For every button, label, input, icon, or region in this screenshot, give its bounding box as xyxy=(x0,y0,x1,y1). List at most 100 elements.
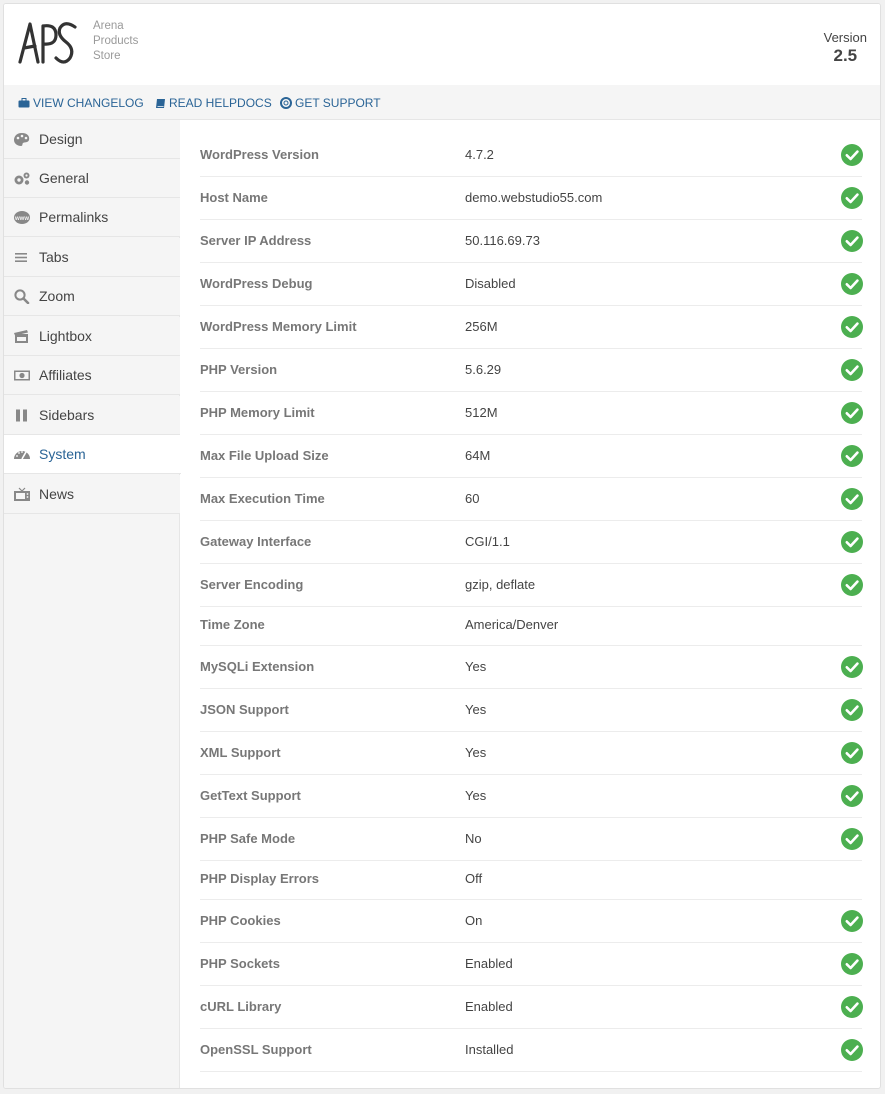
get-support-link[interactable]: GET SUPPORT xyxy=(280,96,381,110)
check-icon xyxy=(841,316,863,338)
row-label: Server IP Address xyxy=(200,233,312,248)
check-icon xyxy=(841,828,863,850)
version-info: Version 2.5 xyxy=(824,30,867,66)
read-helpdocs-label: READ HELPDOCS xyxy=(169,96,272,110)
table-row: OpenSSL Support Installed xyxy=(200,1029,863,1072)
sidebar-item-design[interactable]: Design xyxy=(4,120,180,159)
table-row: PHP Safe Mode No xyxy=(200,818,863,861)
row-label: PHP Sockets xyxy=(200,956,280,971)
dashboard-icon xyxy=(14,451,30,460)
row-value: 4.7.2 xyxy=(465,147,494,162)
header: Arena Products Store Version 2.5 xyxy=(4,4,880,86)
check-icon xyxy=(841,187,863,209)
sidebar-item-lightbox[interactable]: Lightbox xyxy=(4,317,180,356)
columns-icon xyxy=(16,409,27,422)
row-value: Off xyxy=(465,871,483,886)
row-label: PHP Version xyxy=(200,362,278,377)
sidebar-item-system[interactable]: System xyxy=(4,435,181,474)
sidebar-item-general[interactable]: General xyxy=(4,159,180,198)
check-icon xyxy=(841,656,863,678)
tv-icon xyxy=(14,487,30,501)
sidebar-item-label: Sidebars xyxy=(39,407,95,423)
check-icon xyxy=(841,402,863,424)
row-label: Max File Upload Size xyxy=(200,448,329,463)
sidebar-item-label: Lightbox xyxy=(39,328,92,344)
table-row: JSON Support Yes xyxy=(200,689,863,732)
check-icon xyxy=(841,785,863,807)
row-label: PHP Cookies xyxy=(200,913,281,928)
sidebar-item-label: Zoom xyxy=(39,288,75,304)
check-icon xyxy=(841,699,863,721)
row-value: Yes xyxy=(465,788,487,803)
row-label: PHP Display Errors xyxy=(200,871,319,886)
gears-icon xyxy=(14,172,30,185)
table-row: Max Execution Time 60 xyxy=(200,478,863,521)
row-value: 60 xyxy=(465,491,480,506)
row-label: WordPress Version xyxy=(200,147,319,162)
check-icon xyxy=(841,574,863,596)
check-icon xyxy=(841,1039,863,1061)
row-value: 50.116.69.73 xyxy=(465,233,540,248)
row-value: demo.webstudio55.com xyxy=(465,190,603,205)
row-value: 512M xyxy=(465,405,498,420)
row-label: OpenSSL Support xyxy=(200,1042,312,1057)
read-helpdocs-link[interactable]: READ HELPDOCS xyxy=(155,96,272,110)
money-icon xyxy=(14,370,30,381)
sidebar-item-label: Tabs xyxy=(39,249,69,265)
sidebar-item-label: Permalinks xyxy=(39,209,109,225)
table-row: Time Zone America/Denver xyxy=(200,607,862,646)
book-icon xyxy=(156,98,165,108)
table-row: GetText Support Yes xyxy=(200,775,863,818)
row-value: No xyxy=(465,831,482,846)
table-row: PHP Display Errors Off xyxy=(200,861,862,900)
row-value: CGI/1.1 xyxy=(465,534,510,549)
row-label: PHP Safe Mode xyxy=(200,831,296,846)
row-label: XML Support xyxy=(200,745,281,760)
table-row: WordPress Version 4.7.2 xyxy=(200,134,863,177)
row-value: 64M xyxy=(465,448,491,463)
sidebar-item-permalinks[interactable]: www Permalinks xyxy=(4,198,180,237)
sidebar-item-zoom[interactable]: Zoom xyxy=(4,277,180,316)
sidebar-item-label: Design xyxy=(39,131,83,147)
table-row: PHP Version 5.6.29 xyxy=(200,349,863,392)
view-changelog-link[interactable]: VIEW CHANGELOG xyxy=(18,96,144,110)
sidebar-item-label: System xyxy=(39,446,86,462)
toolbar: VIEW CHANGELOG READ HELPDOCS GET SUPPORT xyxy=(4,85,880,120)
version-number: 2.5 xyxy=(833,46,858,65)
table-row: MySQLi Extension Yes xyxy=(200,646,863,689)
check-icon xyxy=(841,359,863,381)
row-label: WordPress Memory Limit xyxy=(200,319,357,334)
table-row: PHP Memory Limit 512M xyxy=(200,392,863,435)
row-label: Host Name xyxy=(200,190,268,205)
row-label: cURL Library xyxy=(200,999,282,1014)
lifebuoy-icon xyxy=(280,97,292,109)
sidebar-item-sidebars[interactable]: Sidebars xyxy=(4,396,180,435)
row-label: Max Execution Time xyxy=(200,491,325,506)
check-icon xyxy=(841,910,863,932)
table-row: Max File Upload Size 64M xyxy=(200,435,863,478)
check-icon xyxy=(841,445,863,467)
version-label: Version xyxy=(823,30,867,45)
sidebar-item-affiliates[interactable]: Affiliates xyxy=(4,356,180,395)
row-value: Yes xyxy=(465,659,487,674)
magnifier-icon xyxy=(14,289,30,304)
row-value: 5.6.29 xyxy=(465,362,502,377)
table-row: Gateway Interface CGI/1.1 xyxy=(200,521,863,564)
view-changelog-label: VIEW CHANGELOG xyxy=(33,96,144,110)
table-row: Host Name demo.webstudio55.com xyxy=(200,177,863,220)
row-value: gzip, deflate xyxy=(465,577,536,592)
row-label: PHP Memory Limit xyxy=(200,405,315,420)
row-label: WordPress Debug xyxy=(200,276,313,291)
check-icon xyxy=(841,230,863,252)
row-value: Yes xyxy=(465,745,487,760)
sidebar-item-news[interactable]: News xyxy=(4,475,180,514)
get-support-label: GET SUPPORT xyxy=(295,96,381,110)
settings-panel: Arena Products Store Version 2.5 VIEW CH… xyxy=(3,3,881,1089)
logo-text: Arena Products Store xyxy=(93,20,139,62)
check-icon xyxy=(841,531,863,553)
table-row: PHP Cookies On xyxy=(200,900,863,943)
sidebar: Design General www Permalinks Tabs Zoom … xyxy=(4,120,181,1088)
sidebar-item-tabs[interactable]: Tabs xyxy=(4,238,180,277)
row-label: GetText Support xyxy=(200,788,301,803)
check-icon xyxy=(841,273,863,295)
